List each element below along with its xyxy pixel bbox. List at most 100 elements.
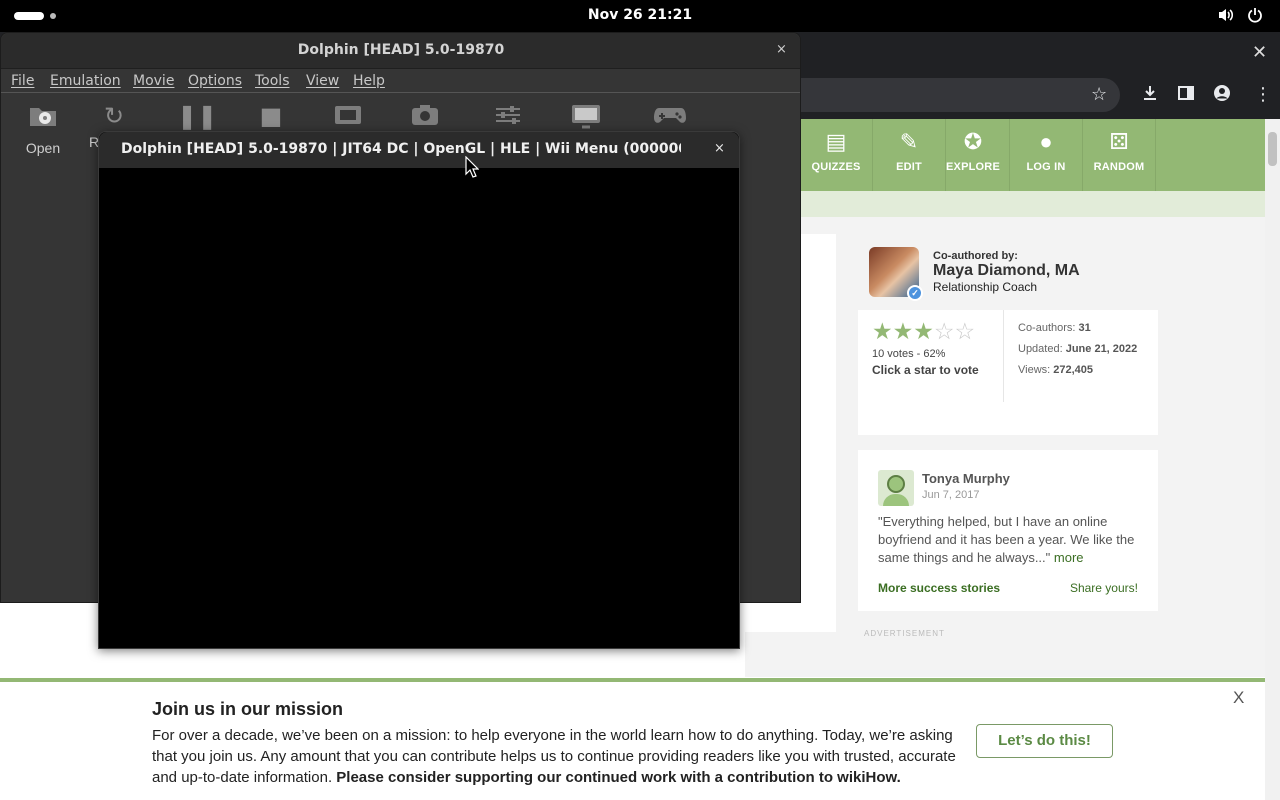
menu-help[interactable]: Help [353, 73, 385, 89]
advertisement-label: ADVERTISEMENT [864, 629, 945, 638]
refresh-icon: ↻ [103, 102, 125, 130]
testimonial-card: Tonya Murphy Jun 7, 2017 "Everything hel… [858, 450, 1158, 611]
testimonial-name: Tonya Murphy [922, 471, 1010, 486]
share-yours-link[interactable]: Share yours! [1070, 581, 1138, 595]
star-icon[interactable]: ★ [872, 319, 893, 345]
avatar [878, 470, 914, 506]
star-rating[interactable]: ★★★☆☆ [872, 321, 975, 344]
nav-label: QUIZZES [811, 161, 861, 173]
menu-file[interactable]: File [11, 73, 34, 89]
config-icon [491, 102, 525, 134]
nav-label: LOG IN [1026, 161, 1066, 173]
views-stat: Views: 272,405 [1018, 364, 1093, 376]
scrollbar-thumb[interactable] [1268, 132, 1277, 166]
nav-label: EDIT [896, 161, 922, 173]
coauthors-stat: Co-authors: 31 [1018, 322, 1091, 334]
donation-banner: X Join us in our mission For over a deca… [0, 678, 1265, 800]
power-icon[interactable] [1247, 7, 1263, 27]
system-top-bar: Nov 26 21:21 [0, 0, 1280, 32]
star-icon[interactable]: ☆ [934, 319, 955, 345]
testimonial-date: Jun 7, 2017 [922, 489, 980, 501]
fullscreen-button[interactable] [331, 102, 365, 134]
profile-icon[interactable] [1213, 84, 1231, 107]
pencil-icon: ✎ [899, 129, 919, 154]
updated-stat: Updated: June 21, 2022 [1018, 343, 1137, 355]
menu-options[interactable]: Options [188, 73, 242, 89]
controllers-button[interactable] [651, 102, 689, 134]
open-label: Open [25, 140, 61, 156]
mouse-pointer-icon [465, 155, 480, 178]
quizzes-icon: ▤ [825, 129, 847, 154]
coauthor-label: Co-authored by: [933, 250, 1018, 262]
stop-icon: ■ [259, 102, 283, 130]
nav-edit[interactable]: ✎ EDIT [873, 119, 946, 191]
window-titlebar[interactable]: Dolphin [HEAD] 5.0-19870 × [1, 33, 800, 69]
coauthor-box: ✓ Co-authored by: Maya Diamond, MA Relat… [858, 240, 1158, 308]
star-icon[interactable]: ★ [913, 319, 934, 345]
menu-view[interactable]: View [306, 73, 339, 89]
scrollbar[interactable] [1265, 119, 1280, 800]
stat-label: Views: [1018, 364, 1051, 376]
verified-badge-icon: ✓ [907, 285, 923, 301]
banner-close-button[interactable]: X [1233, 688, 1244, 708]
nav-random[interactable]: ⚄ RANDOM [1083, 119, 1156, 191]
volume-icon[interactable] [1217, 7, 1235, 27]
coauthor-name[interactable]: Maya Diamond, MA [933, 262, 1080, 280]
pause-icon: ❚❚ [177, 102, 218, 130]
quote-text: "Everything helped, but I have an online… [878, 514, 1135, 565]
stat-label: Co-authors: [1018, 322, 1076, 334]
close-icon[interactable]: ✕ [1252, 42, 1267, 63]
menu-bar: File Emulation Movie Options Tools View … [1, 69, 800, 93]
close-icon[interactable]: × [714, 141, 725, 156]
menu-movie[interactable]: Movie [133, 73, 174, 89]
stat-label: Updated: [1018, 343, 1063, 355]
nav-label: EXPLORE [946, 161, 1000, 173]
controllers-icon [651, 102, 689, 134]
window-titlebar[interactable]: Dolphin [HEAD] 5.0-19870 | JIT64 DC | Op… [99, 132, 739, 168]
more-link[interactable]: more [1054, 550, 1084, 565]
close-icon[interactable]: × [776, 42, 787, 57]
user-icon: ● [1039, 129, 1053, 154]
menu-tools[interactable]: Tools [255, 73, 290, 89]
star-icon[interactable]: ☆ [955, 319, 976, 345]
wikihow-nav: ▤ QUIZZES ✎ EDIT ✪ EXPLORE ● LOG IN ⚄ RA… [800, 119, 1265, 191]
fullscreen-icon [331, 102, 365, 134]
nav-explore[interactable]: ✪ EXPLORE [937, 119, 1010, 191]
banner-body-bold: Please consider supporting our continued… [336, 769, 901, 786]
compass-icon: ✪ [963, 129, 983, 154]
nav-login[interactable]: ● LOG IN [1010, 119, 1083, 191]
stat-value: 31 [1078, 322, 1091, 334]
stat-value: June 21, 2022 [1065, 343, 1138, 355]
banner-title: Join us in our mission [152, 699, 344, 719]
window-title: Dolphin [HEAD] 5.0-19870 | JIT64 DC | Op… [121, 141, 681, 157]
coauthor-title: Relationship Coach [933, 280, 1038, 294]
dice-icon: ⚄ [1109, 129, 1129, 154]
banner-text: For over a decade, we’ve been on a missi… [152, 725, 962, 788]
menu-emulation[interactable]: Emulation [50, 73, 121, 89]
dolphin-render-window[interactable]: Dolphin [HEAD] 5.0-19870 | JIT64 DC | Op… [98, 131, 740, 649]
download-icon[interactable] [1141, 84, 1159, 107]
rating-stats-box: ★★★☆☆ 10 votes - 62% Click a star to vot… [858, 310, 1158, 435]
divider [1003, 310, 1004, 402]
donate-button[interactable]: Let’s do this! [976, 724, 1113, 758]
stop-button[interactable]: ■ [254, 102, 288, 130]
nav-subbar [800, 191, 1265, 217]
vote-count: 10 votes - 62% [872, 348, 946, 360]
open-button[interactable]: Open [23, 102, 63, 156]
nav-quizzes[interactable]: ▤ QUIZZES [800, 119, 873, 191]
star-icon[interactable]: ★ [893, 319, 914, 345]
bookmark-star-icon[interactable]: ☆ [1091, 84, 1107, 105]
screenshot-icon [408, 102, 442, 134]
sidebar-icon[interactable] [1177, 84, 1195, 107]
screenshot-button[interactable] [408, 102, 442, 134]
stat-value: 272,405 [1053, 364, 1094, 376]
address-bar[interactable] [790, 78, 1120, 112]
testimonial-quote: "Everything helped, but I have an online… [878, 513, 1143, 567]
more-stories-link[interactable]: More success stories [878, 581, 1000, 595]
pause-button[interactable]: ❚❚ [177, 102, 218, 130]
clock[interactable]: Nov 26 21:21 [0, 7, 1280, 23]
nav-label: RANDOM [1093, 161, 1145, 173]
config-button[interactable] [491, 102, 525, 134]
menu-icon[interactable]: ⋮ [1254, 84, 1272, 105]
vote-prompt: Click a star to vote [872, 363, 979, 377]
